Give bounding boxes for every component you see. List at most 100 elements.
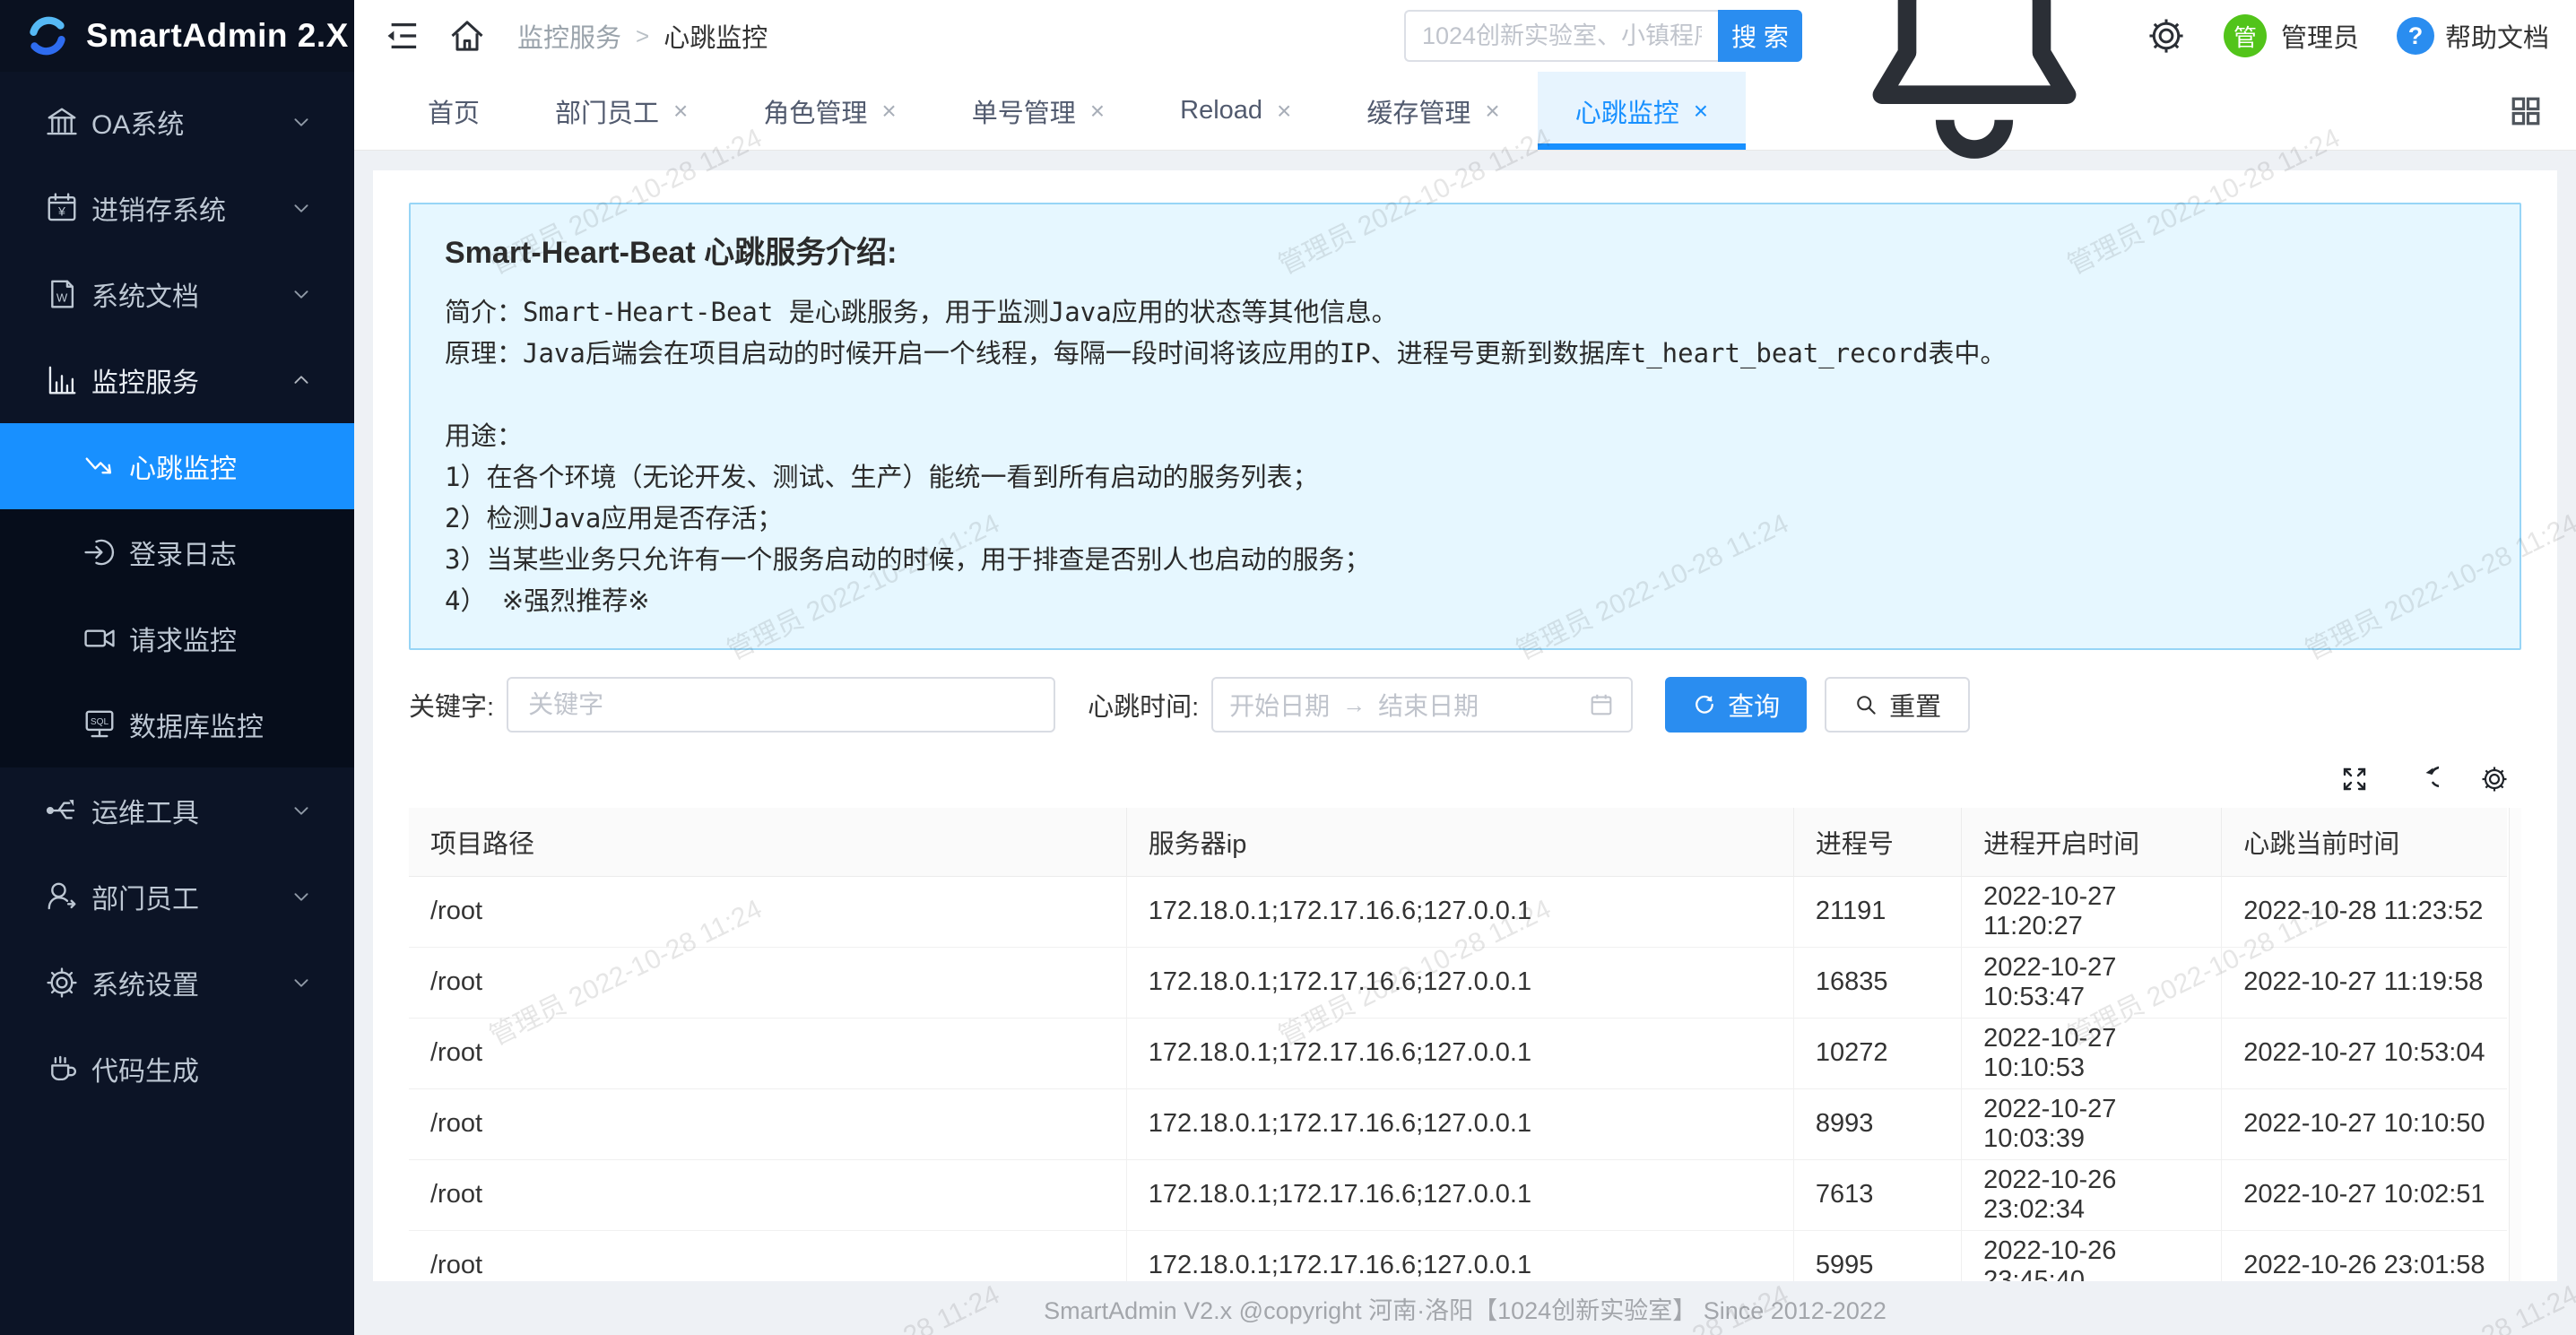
table-row[interactable]: /root172.18.0.1;172.17.16.6;127.0.0.1102… [409,1018,2507,1088]
department-users-icon [45,880,79,914]
table-row[interactable]: /root172.18.0.1;172.17.16.6;127.0.0.1211… [409,876,2507,947]
cell-heartbeat-time: 2022-10-27 10:53:04 [2222,1018,2507,1088]
query-button[interactable]: 查询 [1665,677,1807,733]
tab-Reload[interactable]: Reload× [1142,72,1329,150]
start-date-placeholder[interactable]: 开始日期 [1229,687,1330,723]
tab-心跳监控[interactable]: 心跳监控 × [1538,72,1746,150]
filter-row: 关键字: 心跳时间: 开始日期 → 结束日期 [409,677,2521,733]
chevron-down-icon [288,797,315,824]
keyword-input[interactable] [507,677,1055,733]
sidebar-item-请求监控[interactable]: 请求监控 [0,595,354,681]
notifications[interactable]: 12 [1840,0,2109,170]
app-logo[interactable]: SmartAdmin 2.X [0,0,354,72]
help-docs-link[interactable]: ? 帮助文档 [2397,17,2549,55]
cell-heartbeat-time: 2022-10-27 11:19:58 [2222,947,2507,1018]
close-icon[interactable]: × [881,99,896,124]
cell-project-path: /root [409,1018,1126,1088]
cell-start-time: 2022-10-27 11:20:27 [1962,876,2222,947]
table-row[interactable]: /root172.18.0.1;172.17.16.6;127.0.0.1168… [409,947,2507,1018]
intro-title: Smart-Heart-Beat 心跳服务介绍: [445,228,2485,272]
table-scrollbar[interactable] [2509,808,2521,1281]
bell-icon[interactable] [1840,0,2109,170]
chevron-down-icon [288,108,315,135]
intro-line: 简介：Smart-Heart-Beat 是心跳服务，用于监测Java应用的状态等… [445,291,2485,333]
column-header-服务器ip: 服务器ip [1126,808,1793,876]
sidebar-item-部门员工[interactable]: 部门员工 [0,854,354,940]
chevron-down-icon [288,281,315,308]
sidebar-item-label: 数据库监控 [129,705,264,744]
search-input[interactable] [1404,10,1718,62]
close-icon[interactable]: × [1277,99,1291,124]
sidebar-item-OA系统[interactable]: OA系统 [0,79,354,165]
fullscreen-icon[interactable] [2340,765,2369,793]
tab-首页[interactable]: 首页 [390,72,517,150]
search-button[interactable]: 搜 索 [1718,10,1802,62]
sidebar-item-代码生成[interactable]: 代码生成 [0,1026,354,1112]
date-range-picker[interactable]: 开始日期 → 结束日期 [1211,677,1633,733]
cell-pid: 8993 [1793,1088,1961,1159]
close-icon[interactable]: × [673,99,688,124]
cell-server-ip: 172.18.0.1;172.17.16.6;127.0.0.1 [1126,876,1793,947]
tab-label: 心跳监控 [1575,92,1679,130]
sidebar-item-label: 运维工具 [91,791,199,830]
sidebar-item-心跳监控[interactable]: 心跳监控 [0,423,354,509]
close-icon[interactable]: × [1485,99,1499,124]
tab-缓存管理[interactable]: 缓存管理× [1329,72,1537,150]
cell-start-time: 2022-10-27 10:03:39 [1962,1088,2222,1159]
intro-panel: Smart-Heart-Beat 心跳服务介绍: 简介：Smart-Heart-… [409,203,2521,650]
avatar[interactable]: 管 [2224,14,2267,57]
tabbar: 首页部门员工×角色管理×单号管理×Reload×缓存管理×心跳监控× [354,72,2576,151]
table-row[interactable]: /root172.18.0.1;172.17.16.6;127.0.0.1761… [409,1159,2507,1230]
home-icon[interactable] [447,16,487,56]
sidebar-item-数据库监控[interactable]: SQL数据库监控 [0,681,354,767]
footer-text: SmartAdmin V2.x @copyright 河南·洛阳【1024创新实… [1044,1291,1886,1326]
sidebar: SmartAdmin 2.X OA系统¥进销存系统W系统文档监控服务心跳监控登录… [0,0,354,1335]
breadcrumb-parent[interactable]: 监控服务 [517,17,621,55]
table-row[interactable]: /root172.18.0.1;172.17.16.6;127.0.0.1599… [409,1230,2507,1281]
cell-start-time: 2022-10-27 10:53:47 [1962,947,2222,1018]
sidebar-item-登录日志[interactable]: 登录日志 [0,509,354,595]
settings-gear-icon[interactable] [2147,16,2186,56]
tab-单号管理[interactable]: 单号管理 × [934,72,1142,150]
ops-tools-icon [45,793,79,828]
chevron-up-icon [288,367,315,394]
page-content: Smart-Heart-Beat 心跳服务介绍: 简介：Smart-Heart-… [354,151,2576,1281]
cell-project-path: /root [409,947,1126,1018]
cell-server-ip: 172.18.0.1;172.17.16.6;127.0.0.1 [1126,947,1793,1018]
global-search: 搜 索 [1404,10,1802,62]
sidebar-item-label: 代码生成 [91,1049,199,1088]
sidebar-item-运维工具[interactable]: 运维工具 [0,767,354,854]
sidebar-menu: OA系统¥进销存系统W系统文档监控服务心跳监控登录日志请求监控SQL数据库监控运… [0,72,354,1335]
code-generator-icon [45,1052,79,1086]
intro-line: 1）在各个环境（无论开发、测试、生产）能统一看到所有启动的服务列表； [445,456,2485,498]
sidebar-item-label: 系统设置 [91,963,199,1002]
table-settings-icon[interactable] [2480,765,2509,793]
sidebar-item-系统设置[interactable]: 系统设置 [0,940,354,1026]
layout-grid-icon[interactable] [2508,93,2544,129]
cell-project-path: /root [409,876,1126,947]
intro-line: 用途： [445,415,2485,456]
close-icon[interactable]: × [1090,99,1105,124]
main-area: 监控服务 > 心跳监控 搜 索 12 [354,0,2576,1335]
tab-label: 单号管理 [972,92,1076,130]
menu-collapse-icon[interactable] [383,16,422,56]
column-header-项目路径: 项目路径 [409,808,1126,876]
sidebar-item-系统文档[interactable]: W系统文档 [0,251,354,337]
chevron-down-icon [288,969,315,996]
cell-pid: 10272 [1793,1018,1961,1088]
smartadmin-logo-icon [23,12,72,60]
tab-角色管理[interactable]: 角色管理× [725,72,933,150]
sidebar-item-监控服务[interactable]: 监控服务 [0,337,354,423]
refresh-table-icon[interactable] [2410,765,2439,793]
sidebar-item-进销存系统[interactable]: ¥进销存系统 [0,165,354,251]
user-menu[interactable]: 管 管理员 [2224,14,2359,57]
cell-server-ip: 172.18.0.1;172.17.16.6;127.0.0.1 [1126,1088,1793,1159]
heartbeat-table-wrap: 项目路径服务器ip进程号进程开启时间心跳当前时间 /root172.18.0.1… [409,808,2521,1281]
reset-button[interactable]: 重置 [1825,677,1970,733]
tab-部门员工[interactable]: 部门员工× [517,72,725,150]
end-date-placeholder[interactable]: 结束日期 [1378,687,1479,723]
table-row[interactable]: /root172.18.0.1;172.17.16.6;127.0.0.1899… [409,1088,2507,1159]
sidebar-item-label: 监控服务 [91,360,199,400]
monitor-chart-icon [45,363,79,397]
close-icon[interactable]: × [1694,99,1708,124]
